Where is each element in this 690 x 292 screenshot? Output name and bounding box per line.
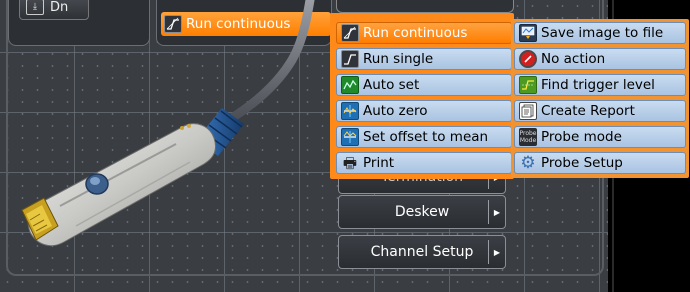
printer-icon: 🖶 [342, 153, 358, 172]
menu-item-label: Set offset to mean [363, 129, 489, 145]
chevron-right-icon: ▶ [488, 240, 505, 264]
menu-item-save-image[interactable]: Save image to file [514, 22, 686, 44]
menu-item-label: Create Report [541, 103, 635, 119]
run-continuous-icon [341, 24, 359, 42]
report-icon [519, 102, 537, 120]
set-offset-icon [341, 128, 359, 146]
deskew-button[interactable]: Deskew ▶ [338, 195, 506, 229]
gear-icon: ⚙ [520, 152, 536, 173]
probe-mode-icon: Probe Mode [519, 128, 537, 146]
channel-setup-button[interactable]: Channel Setup ▶ [338, 235, 506, 269]
channel-setup-button-label: Channel Setup [370, 244, 474, 260]
run-single-icon [341, 50, 359, 68]
menu-item-label: Save image to file [541, 25, 664, 41]
menu-item-run-single[interactable]: Run single [336, 48, 512, 70]
menu-item-auto-zero[interactable]: Auto zero [336, 100, 512, 122]
menu-item-label: Auto zero [363, 103, 428, 119]
menu-item-label: Find trigger level [541, 77, 655, 93]
menu-item-create-report[interactable]: Create Report [514, 100, 686, 122]
menu-item-auto-set[interactable]: Auto set [336, 74, 512, 96]
menu-item-find-trigger-level[interactable]: Find trigger level [514, 74, 686, 96]
menu-item-label: No action [541, 51, 606, 67]
chevron-right-icon: ▶ [488, 200, 505, 224]
menu-item-run-continuous[interactable]: Run continuous [336, 22, 512, 44]
probe-mode-icon-text-top: Probe [519, 130, 537, 137]
menu-item-label: Run single [363, 51, 434, 67]
menu-item-set-offset-to-mean[interactable]: Set offset to mean [336, 126, 512, 148]
deskew-button-label: Deskew [394, 204, 450, 220]
menu-item-label: Auto set [363, 77, 420, 93]
menu-item-label: Print [363, 155, 395, 171]
menu-item-label: Probe mode [541, 129, 622, 145]
auto-set-icon [341, 76, 359, 94]
save-image-icon [519, 24, 537, 42]
menu-item-probe-setup[interactable]: ⚙ Probe Setup [514, 152, 686, 174]
trigger-level-icon [519, 76, 537, 94]
menu-item-print[interactable]: 🖶 Print [336, 152, 512, 174]
probe-image [21, 0, 315, 247]
auto-zero-icon [341, 102, 359, 120]
menu-item-no-action[interactable]: No action [514, 48, 686, 70]
menu-item-label: Run continuous [363, 25, 468, 41]
probe-mode-icon-text-bottom: Mode [519, 137, 537, 144]
menu-item-label: Probe Setup [541, 155, 623, 171]
menu-item-probe-mode[interactable]: Probe Mode Probe mode [514, 126, 686, 148]
panel-top-edge [336, 0, 514, 13]
no-action-icon [519, 50, 537, 68]
